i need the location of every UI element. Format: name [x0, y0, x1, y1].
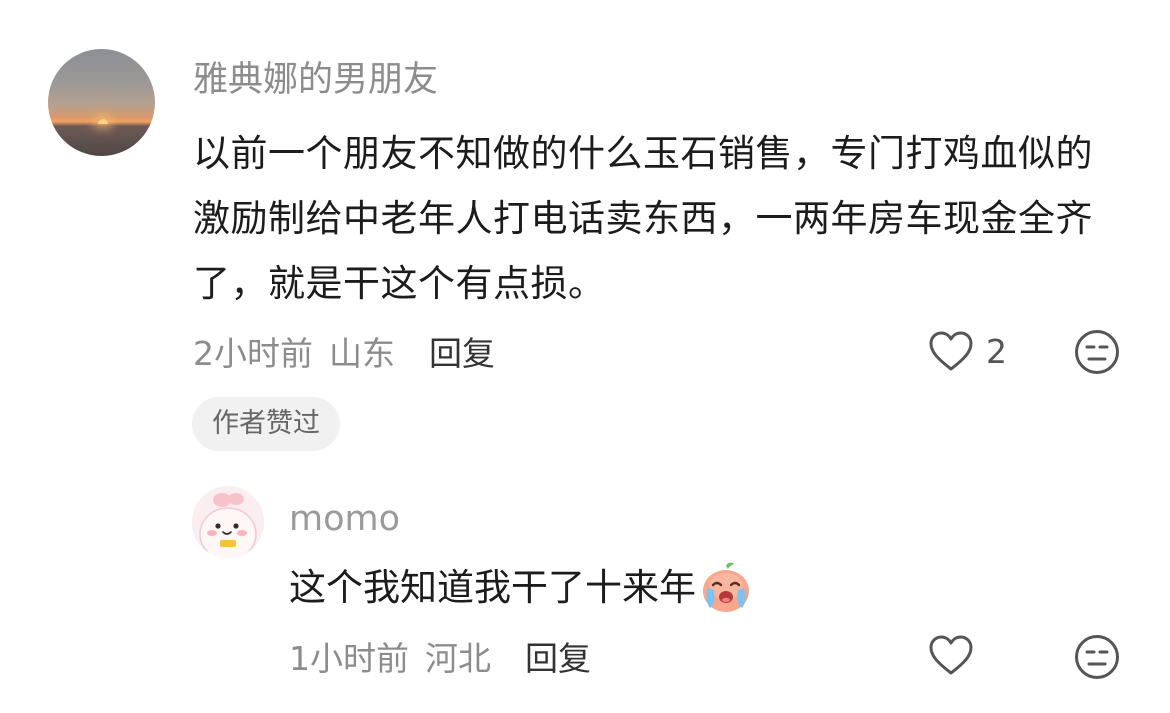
heart-icon: [929, 635, 973, 675]
comment-location: 山东: [329, 334, 395, 373]
comment-meta: 2小时前 山东 回复: [193, 327, 495, 375]
reply-text-line: 这个我知道我干了十来年: [289, 560, 754, 616]
comment-time: 2小时前: [193, 334, 313, 373]
meh-face-icon: [1075, 330, 1119, 374]
commenter-username[interactable]: 雅典娜的男朋友: [193, 56, 438, 104]
reply-username[interactable]: momo: [289, 497, 400, 541]
reply-location: 河北: [425, 639, 491, 678]
reply-reply-button[interactable]: 回复: [525, 632, 591, 680]
commenter-avatar[interactable]: [48, 49, 155, 156]
reply-time: 1小时前: [289, 639, 409, 678]
reply-dislike-button[interactable]: [1074, 634, 1120, 680]
reply-like-button[interactable]: [928, 634, 974, 680]
reply-button[interactable]: 回复: [429, 327, 495, 375]
like-button[interactable]: 2: [928, 327, 1007, 375]
crying-face-emoji: [703, 562, 749, 612]
dislike-button[interactable]: [1074, 329, 1120, 375]
meh-face-icon: [1075, 635, 1119, 679]
reply-text: 这个我知道我干了十来年: [289, 566, 696, 609]
heart-icon: [929, 331, 973, 371]
cartoon-avatar-icon: [192, 486, 264, 558]
like-count: 2: [986, 331, 1007, 371]
sunset-sun: [98, 119, 108, 124]
author-liked-badge: 作者赞过: [192, 397, 340, 451]
comment-text: 以前一个朋友不知做的什么玉石销售，专门打鸡血似的激励制给中老年人打电话卖东西，一…: [193, 132, 1093, 305]
reply-avatar[interactable]: [192, 486, 264, 558]
reply-meta: 1小时前 河北 回复: [289, 632, 591, 680]
